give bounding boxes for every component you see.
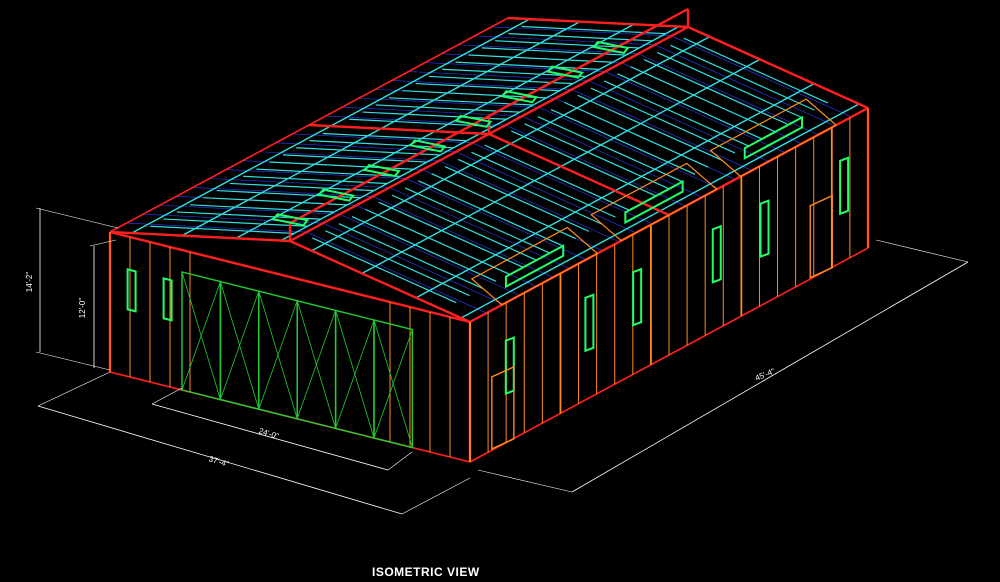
dim-wall-height-label: 12'-0" [78, 298, 87, 319]
roof-purlin [484, 144, 629, 211]
roof-purlin [312, 237, 457, 304]
side-light-fixture [839, 156, 850, 216]
roof-purlin [617, 73, 762, 140]
roof-truss [289, 239, 471, 324]
front-light-fixture [126, 268, 137, 313]
roof-grid-line [339, 213, 520, 296]
roof-purlin [365, 208, 510, 275]
side-light-fixture [504, 336, 515, 396]
door-brace [373, 319, 413, 448]
roof-grid-line [455, 151, 636, 234]
roof-purlin [683, 37, 828, 104]
door-brace [335, 310, 375, 439]
door-brace [181, 271, 221, 400]
dim-overall-height-label: 14'-2" [25, 272, 34, 293]
dim-ext-line [35, 351, 111, 371]
plenum-light-fixture [624, 179, 684, 225]
dim-ext-line [37, 371, 111, 407]
left-header [109, 17, 509, 233]
dim-ext-line [387, 451, 413, 471]
door-brace [220, 281, 260, 410]
personnel-door [491, 365, 515, 450]
roof-grid-line [439, 160, 620, 243]
view-title: ISOMETRIC VIEW [372, 565, 480, 579]
dim-ext-line [89, 239, 117, 247]
roof-grid-line [671, 35, 852, 118]
dim-ext-line [151, 387, 183, 405]
roof-grid-line [306, 231, 487, 314]
dim-ext-line [35, 207, 119, 229]
roof-purlin [431, 173, 576, 240]
dim-door-width-label: 24'-0" [258, 426, 280, 441]
roof-grid-line [588, 80, 769, 162]
roof-purlin [643, 59, 789, 125]
side-light-fixture [632, 267, 643, 327]
door-brace [296, 300, 336, 429]
side-light-fixture [759, 199, 770, 259]
ridge-beam [289, 25, 689, 243]
booth-structure [108, 7, 870, 463]
roof-purlin [351, 215, 497, 282]
roof-purlin [150, 225, 295, 235]
dim-ext-line [875, 239, 969, 263]
roof-purlin [444, 166, 590, 232]
roof-purlin [550, 108, 696, 175]
roof-purlin [511, 130, 656, 197]
roof-grid-line [571, 89, 753, 171]
roof-grid-line [538, 106, 719, 189]
side-light-fixture [584, 293, 595, 353]
roof-purlin [564, 101, 709, 168]
cad-drawing-canvas: 14'-2" 12'-0" 24'-0" 37'-4" 45'-4" [25, 7, 969, 515]
roof-grid-line [654, 44, 835, 127]
dim-ext-line [401, 477, 471, 515]
door-brace [258, 291, 298, 419]
side-light-fixture [711, 224, 722, 284]
roof-purlin [418, 180, 563, 247]
roof-purlin [577, 94, 722, 161]
roof-purlin [630, 66, 775, 133]
plenum-light-fixture [504, 244, 565, 289]
dim-front-width-label: 37'-4" [208, 454, 230, 469]
roof-purlin [378, 201, 523, 268]
dimension-lines [35, 207, 969, 515]
roof-truss [687, 25, 869, 110]
dim-ext-line [477, 469, 573, 493]
